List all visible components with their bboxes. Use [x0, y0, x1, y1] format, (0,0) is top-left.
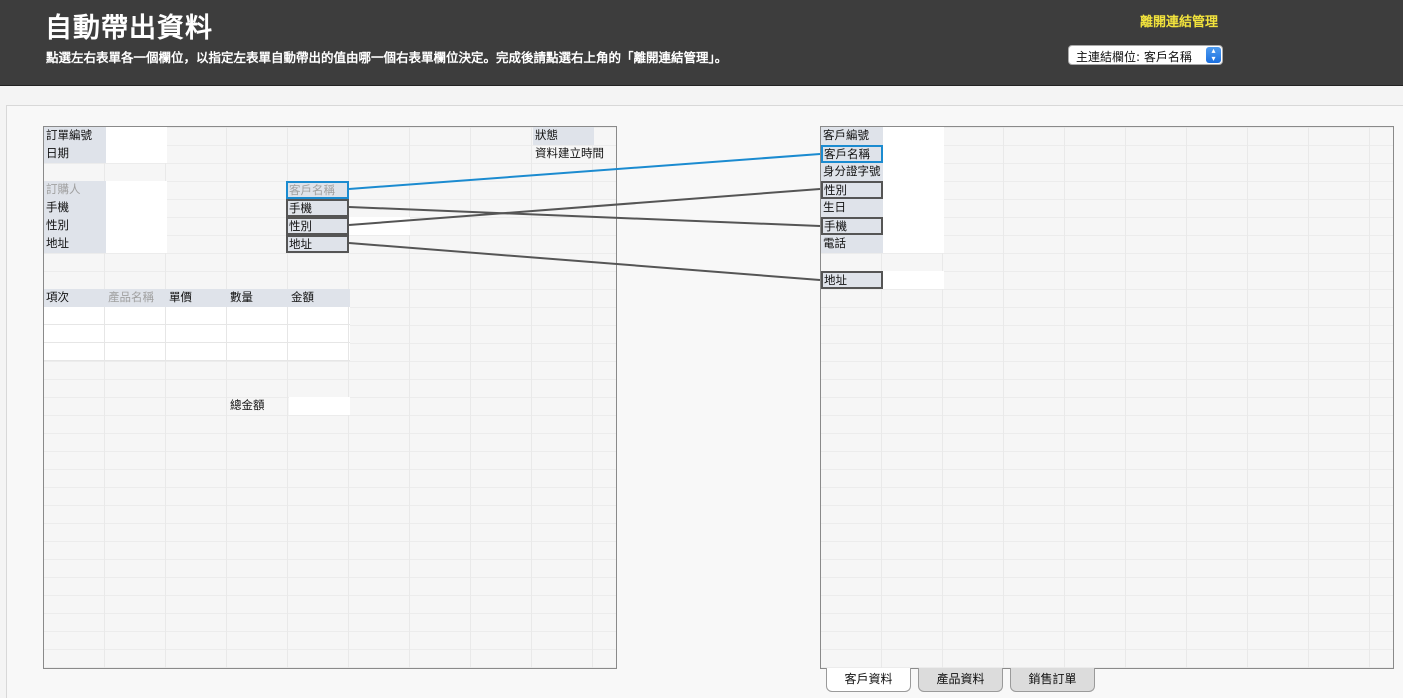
- tab-customer-data[interactable]: 客戶資料: [826, 668, 911, 692]
- date-field[interactable]: [106, 145, 167, 163]
- page-title: 自動帶出資料: [45, 13, 213, 44]
- right-form-layout: 客戶編號 客戶名稱 身分證字號 性別 生日 手機 電話 地址: [820, 126, 1394, 669]
- gender-label[interactable]: 性別: [44, 217, 106, 235]
- gender-link-field[interactable]: 性別: [286, 217, 349, 235]
- birthday-field[interactable]: [883, 199, 944, 217]
- buyer-field[interactable]: [106, 181, 167, 199]
- total-label[interactable]: 總金額: [228, 397, 289, 415]
- col-quantity-header[interactable]: 數量: [228, 289, 289, 307]
- phone-field[interactable]: [883, 235, 944, 253]
- date-label[interactable]: 日期: [44, 145, 106, 163]
- page-header: 自動帶出資料 點選左右表單各一個欄位，以指定左表單自動帶出的值由哪一個右表單欄位…: [0, 0, 1403, 86]
- mobile-label[interactable]: 手機: [44, 199, 106, 217]
- tab-product-data[interactable]: 產品資料: [918, 668, 1003, 692]
- created-time-label[interactable]: 資料建立時間: [533, 145, 617, 163]
- customer-name-field[interactable]: [883, 145, 944, 163]
- left-form-layout: 訂單編號 日期 狀態 資料建立時間 訂購人 手機 性別 地址 客戶名稱 手機 性…: [43, 126, 617, 669]
- gender-link-value[interactable]: [349, 217, 410, 235]
- id-no-label[interactable]: 身分證字號: [821, 163, 883, 181]
- page-instructions: 點選左右表單各一個欄位，以指定左表單自動帶出的值由哪一個右表單欄位決定。完成後請…: [46, 50, 728, 65]
- total-field[interactable]: [289, 397, 350, 415]
- select-arrows-icon: ▴ ▾: [1206, 47, 1221, 63]
- gender-field[interactable]: [106, 217, 167, 235]
- col-unit-price-header[interactable]: 單價: [167, 289, 228, 307]
- exit-link-manager-link[interactable]: 離開連結管理: [1140, 11, 1218, 30]
- order-no-label[interactable]: 訂單編號: [44, 127, 106, 145]
- order-no-field[interactable]: [106, 127, 167, 145]
- buyer-label[interactable]: 訂購人: [44, 181, 106, 199]
- customer-name-link-field[interactable]: 客戶名稱: [286, 181, 349, 199]
- customer-no-label[interactable]: 客戶編號: [821, 127, 883, 145]
- col-item-header[interactable]: 項次: [44, 289, 106, 307]
- col-product-name-header[interactable]: 產品名稱: [106, 289, 167, 307]
- address-link-field[interactable]: 地址: [286, 235, 349, 253]
- primary-link-field-value: 主連結欄位: 客戶名稱: [1076, 50, 1192, 64]
- mobile-field[interactable]: [106, 199, 167, 217]
- phone-label[interactable]: 電話: [821, 235, 883, 253]
- line-items-table[interactable]: [44, 307, 350, 361]
- mobile-link-target[interactable]: 手機: [821, 217, 883, 235]
- birthday-label[interactable]: 生日: [821, 199, 883, 217]
- gender-field-right[interactable]: [883, 181, 944, 199]
- status-label[interactable]: 狀態: [533, 127, 594, 145]
- tab-sales-order[interactable]: 銷售訂單: [1010, 668, 1095, 692]
- address-field-right[interactable]: [883, 271, 944, 289]
- id-no-field[interactable]: [883, 163, 944, 181]
- gender-link-target[interactable]: 性別: [821, 181, 883, 199]
- primary-link-field-select[interactable]: 主連結欄位: 客戶名稱 ▴ ▾: [1068, 45, 1223, 65]
- col-amount-header[interactable]: 金額: [289, 289, 350, 307]
- address-field[interactable]: [106, 235, 167, 253]
- address-link-target[interactable]: 地址: [821, 271, 883, 289]
- customer-name-link-target[interactable]: 客戶名稱: [821, 145, 883, 163]
- mobile-link-field[interactable]: 手機: [286, 199, 349, 217]
- mobile-field-right[interactable]: [883, 217, 944, 235]
- customer-no-field[interactable]: [883, 127, 944, 145]
- address-label[interactable]: 地址: [44, 235, 106, 253]
